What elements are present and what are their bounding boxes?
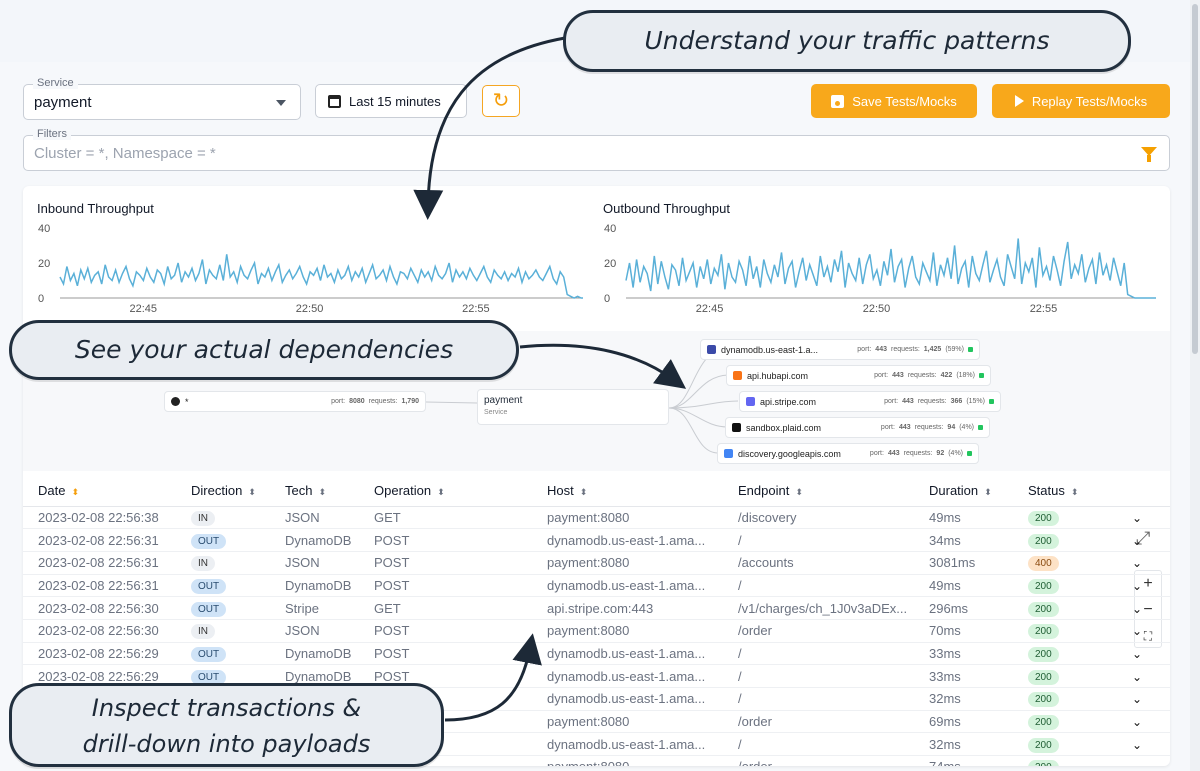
- callout-inspect-line2: drill-down into payloads: [82, 730, 371, 758]
- callout-arrows: [413, 36, 687, 722]
- arrow-dependencies: [519, 343, 687, 389]
- callout-traffic: Understand your traffic patterns: [563, 10, 1131, 72]
- callout-inspect: Inspect transactions & drill-down into p…: [9, 683, 444, 767]
- callout-inspect-line1: Inspect transactions &: [91, 694, 362, 722]
- arrow-inspect: [444, 633, 542, 722]
- arrow-traffic: [413, 36, 566, 220]
- callout-dependencies: See your actual dependencies: [9, 320, 519, 380]
